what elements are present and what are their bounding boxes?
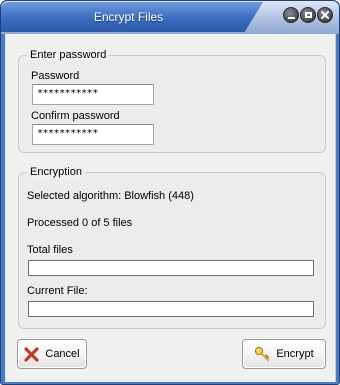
minimize-button[interactable] bbox=[283, 7, 299, 23]
selected-algorithm-text: Selected algorithm: Blowfish (448) bbox=[27, 190, 194, 202]
total-files-label: Total files bbox=[27, 244, 73, 256]
encrypt-files-window: Encrypt Files Enter password Password **… bbox=[0, 0, 340, 385]
password-group-legend: Enter password bbox=[27, 49, 110, 61]
confirm-password-label: Confirm password bbox=[31, 110, 120, 122]
total-files-progress-bar bbox=[28, 260, 314, 276]
dialog-body: Enter password Password *********** Conf… bbox=[5, 34, 336, 382]
close-icon bbox=[321, 11, 329, 19]
cancel-button[interactable]: Cancel bbox=[17, 339, 87, 369]
password-field[interactable]: *********** bbox=[32, 84, 154, 105]
maximize-icon bbox=[305, 12, 312, 18]
encrypt-button[interactable]: Encrypt bbox=[242, 339, 326, 369]
encryption-group: Encryption Selected algorithm: Blowfish … bbox=[18, 166, 326, 329]
password-group: Enter password Password *********** Conf… bbox=[18, 49, 326, 153]
confirm-password-field[interactable]: *********** bbox=[32, 124, 154, 145]
current-file-label: Current File: bbox=[27, 285, 88, 297]
processed-count-text: Processed 0 of 5 files bbox=[27, 217, 133, 229]
red-x-icon bbox=[24, 346, 39, 362]
encryption-group-legend: Encryption bbox=[27, 166, 85, 178]
current-file-progress-bar bbox=[28, 301, 314, 317]
window-title: Encrypt Files bbox=[93, 10, 164, 24]
title-bar[interactable]: Encrypt Files bbox=[1, 1, 339, 34]
minimize-icon bbox=[288, 17, 295, 19]
encrypt-button-label: Encrypt bbox=[276, 348, 314, 360]
close-button[interactable] bbox=[317, 7, 333, 23]
cancel-button-label: Cancel bbox=[45, 348, 80, 360]
key-icon bbox=[255, 346, 270, 361]
maximize-button[interactable] bbox=[300, 7, 316, 23]
password-label: Password bbox=[31, 70, 80, 82]
